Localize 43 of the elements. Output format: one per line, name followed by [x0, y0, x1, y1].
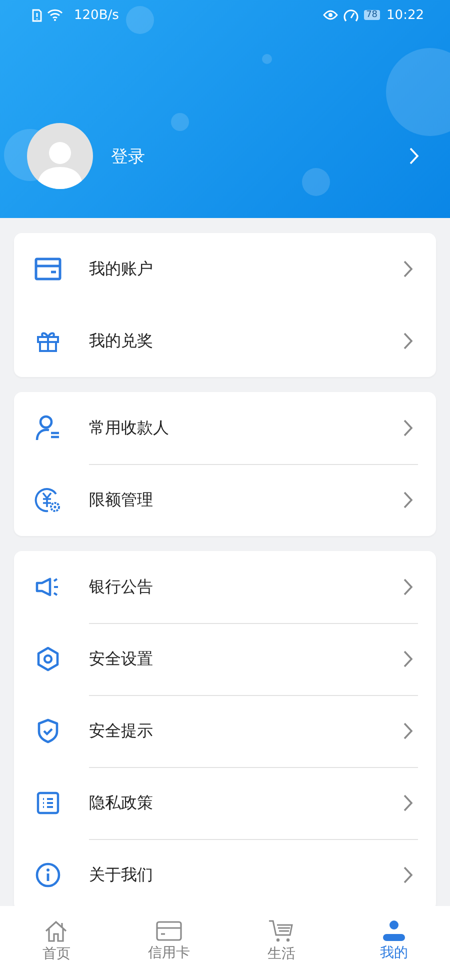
contact-list-icon: [35, 414, 61, 442]
shield-check-icon: [36, 718, 60, 744]
home-icon: [43, 918, 70, 942]
menu-item[interactable]: 安全提示: [89, 720, 403, 742]
chevron-right-icon: [403, 722, 413, 740]
menu-item[interactable]: 安全设置: [89, 648, 403, 670]
sim-icon: [32, 8, 42, 22]
tab[interactable]: 我的: [338, 906, 450, 975]
list-icon: [36, 791, 60, 815]
menu-item[interactable]: 关于我们: [89, 864, 403, 886]
menu-item[interactable]: 银行公告: [89, 576, 403, 598]
tab[interactable]: 生活: [225, 906, 338, 975]
menu-item[interactable]: 常用收款人: [89, 418, 403, 438]
hexagon-settings-icon: [36, 646, 60, 672]
chevron-right-icon: [403, 332, 413, 350]
battery-level: 78: [364, 10, 380, 20]
wifi-icon: [47, 9, 63, 21]
menu-item[interactable]: 限额管理: [89, 490, 403, 510]
menu-item[interactable]: 我的兑奖: [89, 330, 403, 352]
tab[interactable]: 首页: [0, 906, 112, 975]
wallet-icon: [34, 257, 62, 281]
info-icon: [35, 862, 61, 888]
tab[interactable]: 信用卡: [112, 906, 225, 975]
chevron-right-icon: [403, 794, 413, 812]
shopping-cart-icon: [268, 918, 294, 942]
megaphone-icon: [35, 577, 61, 597]
gift-icon: [36, 330, 60, 352]
yuan-gear-icon: [34, 486, 62, 514]
credit-card-icon: [156, 920, 182, 942]
person-icon: [382, 920, 406, 942]
clock-time: 10:22: [386, 8, 424, 22]
menu-item[interactable]: 我的账户: [89, 258, 403, 280]
chevron-right-icon: [403, 650, 413, 668]
chevron-right-icon: [403, 578, 413, 596]
eye-icon: [323, 10, 338, 20]
chevron-right-icon: [403, 491, 413, 509]
chevron-right-icon: [408, 147, 420, 165]
network-speed: 120B/s: [74, 8, 119, 22]
chevron-right-icon: [403, 419, 413, 437]
chevron-right-icon: [403, 260, 413, 278]
menu-item[interactable]: 隐私政策: [89, 792, 403, 814]
chevron-right-icon: [403, 866, 413, 884]
gauge-icon: [343, 8, 360, 22]
